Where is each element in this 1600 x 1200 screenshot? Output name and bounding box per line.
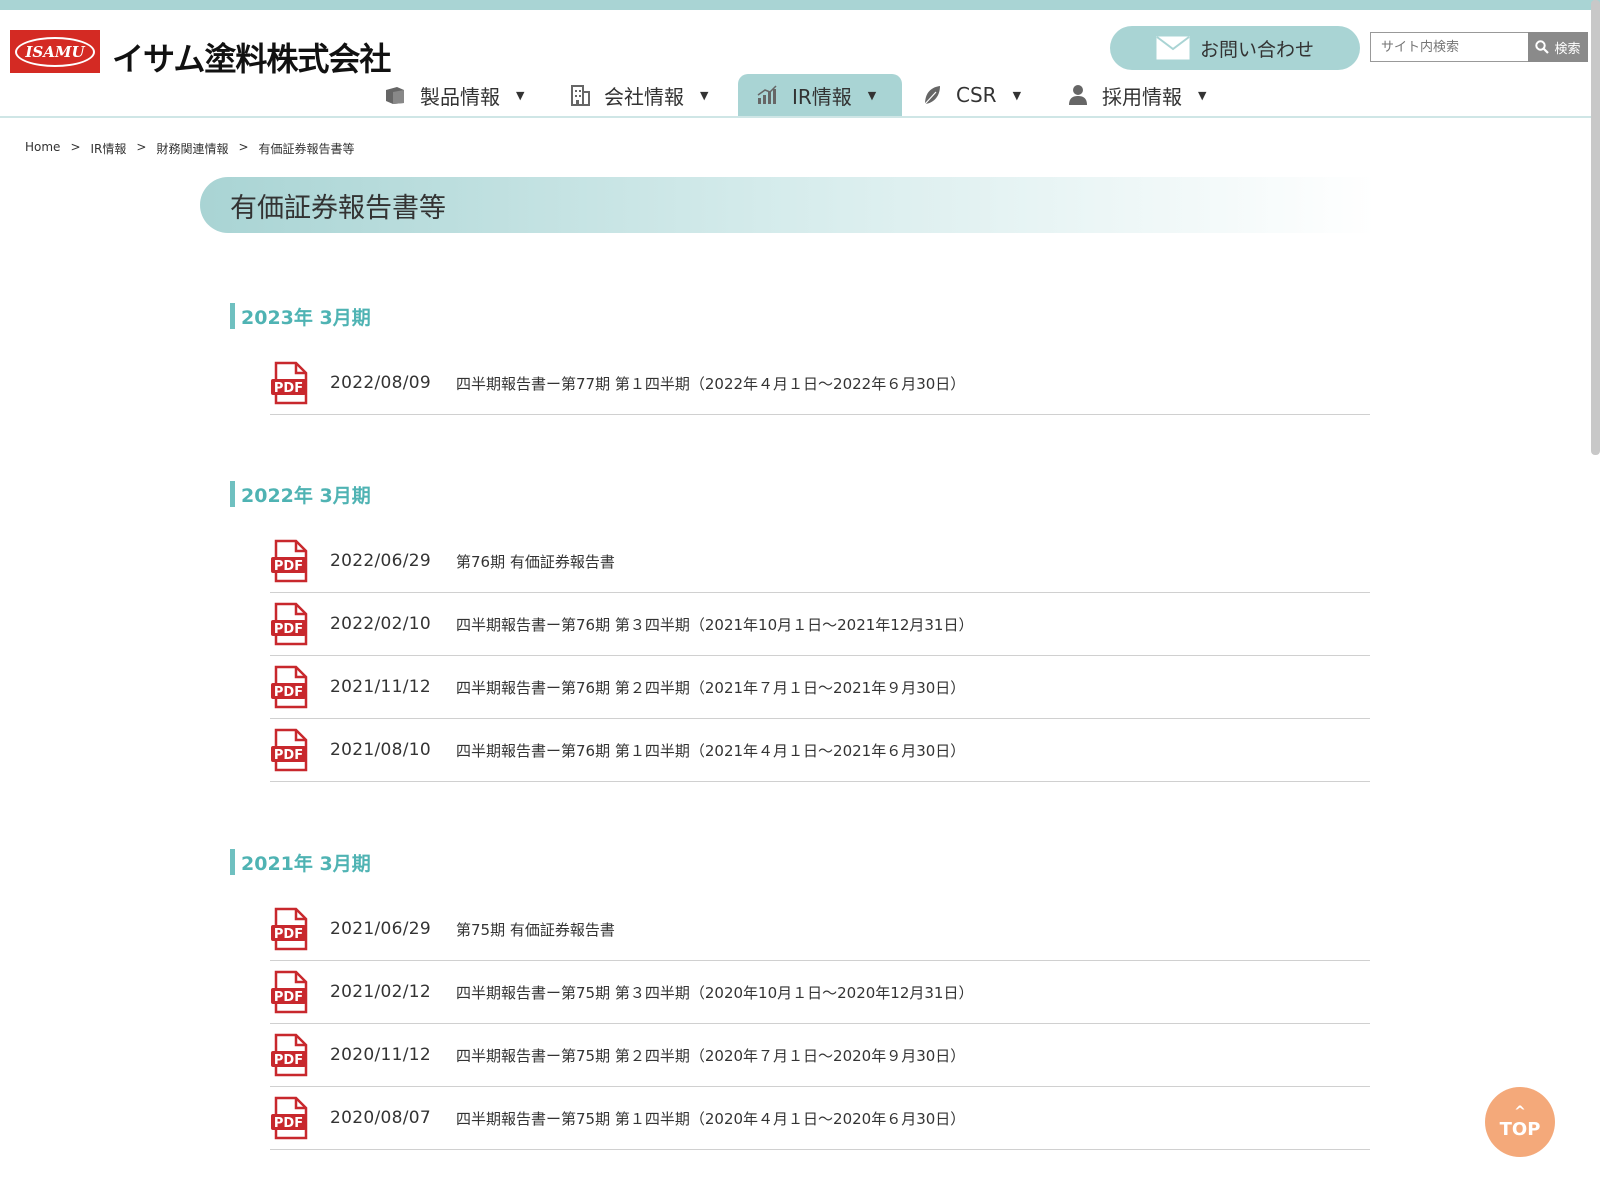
- dropdown-arrow-icon: ▼: [867, 88, 877, 102]
- document-row[interactable]: PDF 2021/06/29 第75期 有価証券報告書: [270, 898, 1370, 961]
- section-heading: 2023年 3月期: [230, 303, 371, 329]
- pdf-icon: PDF: [270, 361, 310, 405]
- back-to-top-button[interactable]: ^ TOP: [1485, 1087, 1555, 1157]
- document-title-link[interactable]: 第76期 有価証券報告書: [456, 551, 615, 572]
- svg-text:PDF: PDF: [274, 685, 303, 700]
- nav-item-label: 採用情報: [1102, 84, 1182, 109]
- search-button-label: 検索: [1554, 41, 1581, 57]
- document-title-link[interactable]: 四半期報告書ー第76期 第２四半期（2021年７月１日〜2021年９月30日）: [456, 677, 965, 698]
- chart-icon: [757, 85, 777, 104]
- page-scrollbar[interactable]: [1591, 0, 1600, 455]
- svg-text:PDF: PDF: [274, 622, 303, 637]
- breadcrumb-current: 有価証券報告書等: [258, 142, 355, 156]
- breadcrumb: Home > IR情報 > 財務関連情報 > 有価証券報告書等: [25, 140, 355, 157]
- mail-icon: [1156, 36, 1190, 60]
- site-search-input[interactable]: [1370, 32, 1528, 62]
- nav-item-label: 製品情報: [420, 84, 500, 109]
- nav-item-company[interactable]: 会社情報 ▼: [570, 74, 708, 116]
- pdf-icon: PDF: [270, 907, 310, 951]
- contact-label: お問い合わせ: [1199, 38, 1314, 61]
- document-row[interactable]: PDF 2021/02/12 四半期報告書ー第75期 第３四半期（2020年10…: [270, 961, 1370, 1024]
- nav-item-products[interactable]: 製品情報 ▼: [384, 74, 524, 116]
- document-row[interactable]: PDF 2022/02/10 四半期報告書ー第76期 第３四半期（2021年10…: [270, 593, 1370, 656]
- document-date: 2021/08/10: [330, 740, 431, 760]
- dropdown-arrow-icon: ▼: [1012, 88, 1022, 102]
- nav-item-recruit[interactable]: 採用情報 ▼: [1068, 74, 1206, 116]
- leaf-icon: [924, 86, 940, 105]
- breadcrumb-separator: >: [238, 140, 249, 154]
- nav-item-label: 会社情報: [604, 84, 684, 109]
- top-accent-stripe: [0, 0, 1600, 10]
- document-date: 2022/06/29: [330, 551, 431, 571]
- document-date: 2022/08/09: [330, 373, 431, 393]
- document-row[interactable]: PDF 2022/08/09 四半期報告書ー第77期 第１四半期（2022年４月…: [270, 352, 1370, 415]
- nav-item-label: CSR: [956, 83, 997, 107]
- svg-text:PDF: PDF: [274, 927, 303, 942]
- breadcrumb-financial[interactable]: 財務関連情報: [156, 140, 228, 157]
- logo-badge-text: ISAMU: [15, 36, 95, 67]
- nav-item-ir[interactable]: IR情報 ▼: [738, 74, 902, 116]
- pdf-icon: PDF: [270, 728, 310, 772]
- document-title-link[interactable]: 四半期報告書ー第77期 第１四半期（2022年４月１日〜2022年６月30日）: [456, 373, 965, 394]
- company-logo-badge[interactable]: ISAMU: [10, 30, 100, 73]
- breadcrumb-separator: >: [136, 140, 147, 154]
- dropdown-arrow-icon: ▼: [516, 88, 525, 102]
- document-date: 2020/08/07: [330, 1108, 431, 1128]
- svg-text:PDF: PDF: [274, 381, 303, 396]
- breadcrumb-ir[interactable]: IR情報: [91, 140, 127, 157]
- document-row[interactable]: PDF 2021/11/12 四半期報告書ー第76期 第２四半期（2021年７月…: [270, 656, 1370, 719]
- search-button[interactable]: 検索: [1528, 32, 1588, 62]
- document-date: 2021/02/12: [330, 982, 431, 1002]
- svg-text:PDF: PDF: [274, 559, 303, 574]
- breadcrumb-separator: >: [70, 140, 81, 154]
- pdf-icon: PDF: [270, 1096, 310, 1140]
- document-title-link[interactable]: 四半期報告書ー第76期 第１四半期（2021年４月１日〜2021年６月30日）: [456, 740, 965, 761]
- top-button-label: TOP: [1499, 1119, 1541, 1140]
- contact-button[interactable]: お問い合わせ: [1110, 26, 1360, 70]
- page-title: 有価証券報告書等: [200, 177, 1376, 233]
- svg-text:PDF: PDF: [274, 1116, 303, 1131]
- svg-text:PDF: PDF: [274, 990, 303, 1005]
- dropdown-arrow-icon: ▼: [700, 88, 709, 102]
- dropdown-arrow-icon: ▼: [1198, 88, 1207, 102]
- pdf-icon: PDF: [270, 970, 310, 1014]
- person-icon: [1069, 85, 1087, 105]
- caret-up-icon: ^: [1514, 1104, 1526, 1120]
- pdf-icon: PDF: [270, 1033, 310, 1077]
- document-title-link[interactable]: 四半期報告書ー第75期 第３四半期（2020年10月１日〜2020年12月31日…: [456, 982, 973, 1003]
- section-heading: 2022年 3月期: [230, 481, 371, 507]
- building-icon: [571, 85, 590, 106]
- document-row[interactable]: PDF 2021/08/10 四半期報告書ー第76期 第１四半期（2021年４月…: [270, 719, 1370, 782]
- document-row[interactable]: PDF 2022/06/29 第76期 有価証券報告書: [270, 530, 1370, 593]
- breadcrumb-home[interactable]: Home: [25, 140, 60, 157]
- document-title-link[interactable]: 第75期 有価証券報告書: [456, 919, 615, 940]
- nav-item-label: IR情報: [792, 84, 852, 109]
- search-icon: [1535, 40, 1550, 54]
- svg-text:PDF: PDF: [274, 748, 303, 763]
- pdf-icon: PDF: [270, 665, 310, 709]
- document-row[interactable]: PDF 2020/11/12 四半期報告書ー第75期 第２四半期（2020年７月…: [270, 1024, 1370, 1087]
- document-date: 2020/11/12: [330, 1045, 431, 1065]
- document-date: 2021/11/12: [330, 677, 431, 697]
- document-title-link[interactable]: 四半期報告書ー第76期 第３四半期（2021年10月１日〜2021年12月31日…: [456, 614, 973, 635]
- document-date: 2022/02/10: [330, 614, 431, 634]
- document-row[interactable]: PDF 2020/08/07 四半期報告書ー第75期 第１四半期（2020年４月…: [270, 1087, 1370, 1150]
- document-date: 2021/06/29: [330, 919, 431, 939]
- section-heading: 2021年 3月期: [230, 849, 371, 875]
- pdf-icon: PDF: [270, 602, 310, 646]
- box-icon: [386, 87, 404, 104]
- document-title-link[interactable]: 四半期報告書ー第75期 第１四半期（2020年４月１日〜2020年６月30日）: [456, 1108, 965, 1129]
- nav-item-csr[interactable]: CSR ▼: [922, 74, 1021, 116]
- svg-text:PDF: PDF: [274, 1053, 303, 1068]
- document-title-link[interactable]: 四半期報告書ー第75期 第２四半期（2020年７月１日〜2020年９月30日）: [456, 1045, 965, 1066]
- main-nav: 製品情報 ▼ 会社情報 ▼ IR情報 ▼ CSR ▼ 採用情報 ▼: [0, 74, 1600, 118]
- pdf-icon: PDF: [270, 539, 310, 583]
